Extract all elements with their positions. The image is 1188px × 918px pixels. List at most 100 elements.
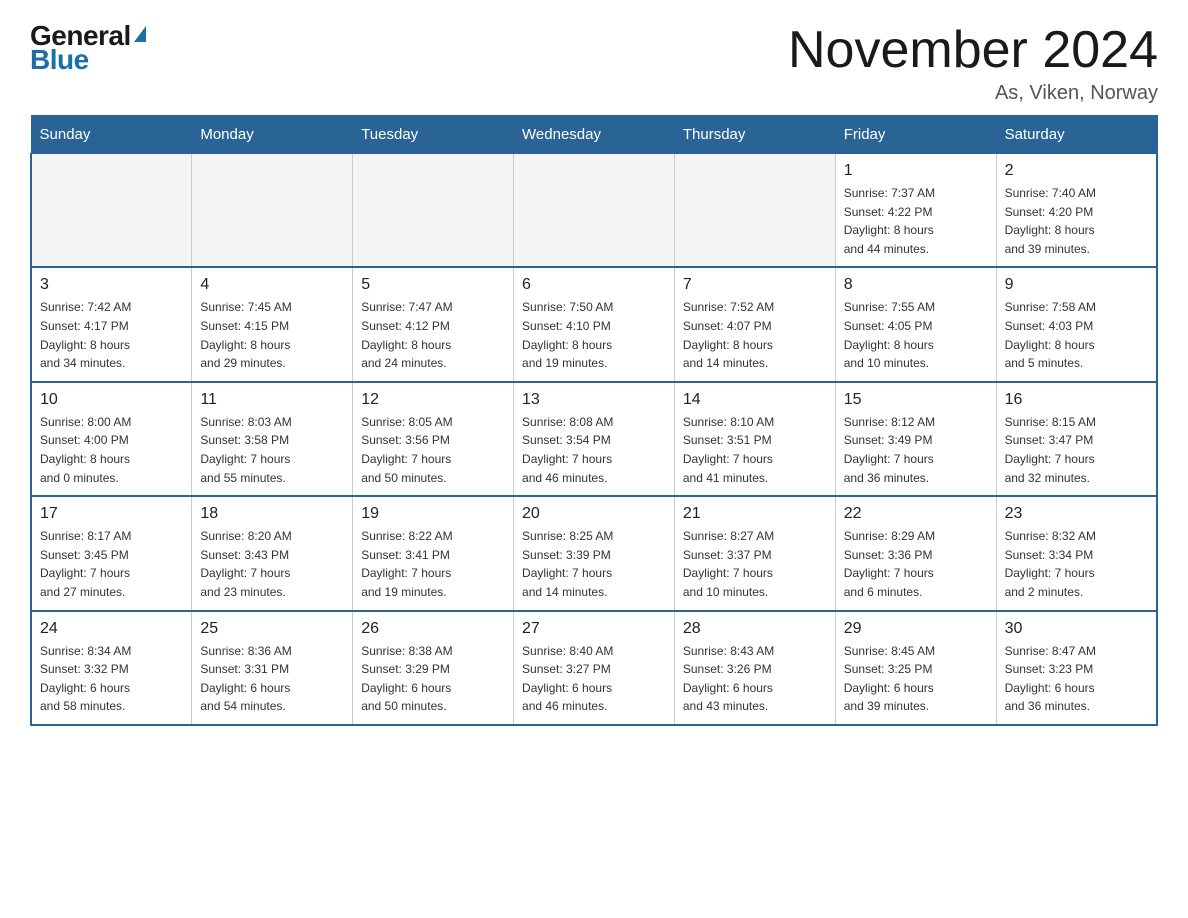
day-info: Sunrise: 8:08 AM Sunset: 3:54 PM Dayligh… bbox=[522, 413, 666, 487]
calendar-cell: 28Sunrise: 8:43 AM Sunset: 3:26 PM Dayli… bbox=[674, 611, 835, 725]
weekday-header-row: SundayMondayTuesdayWednesdayThursdayFrid… bbox=[31, 116, 1157, 154]
calendar-header: SundayMondayTuesdayWednesdayThursdayFrid… bbox=[31, 116, 1157, 154]
day-number: 16 bbox=[1005, 391, 1148, 409]
day-info: Sunrise: 8:12 AM Sunset: 3:49 PM Dayligh… bbox=[844, 413, 988, 487]
weekday-header-saturday: Saturday bbox=[996, 116, 1157, 154]
day-info: Sunrise: 8:15 AM Sunset: 3:47 PM Dayligh… bbox=[1005, 413, 1148, 487]
day-number: 18 bbox=[200, 505, 344, 523]
calendar-cell bbox=[353, 154, 514, 268]
calendar-cell bbox=[31, 154, 192, 268]
day-info: Sunrise: 8:32 AM Sunset: 3:34 PM Dayligh… bbox=[1005, 527, 1148, 601]
weekday-header-sunday: Sunday bbox=[31, 116, 192, 154]
calendar-cell: 12 Sunrise: 8:05 AM Sunset: 3:56 PM Dayli… bbox=[353, 382, 514, 496]
day-number: 30 bbox=[1005, 620, 1148, 638]
weekday-header-tuesday: Tuesday bbox=[353, 116, 514, 154]
calendar-cell: 17Sunrise: 8:17 AM Sunset: 3:45 PM Dayli… bbox=[31, 496, 192, 610]
day-number: 23 bbox=[1005, 505, 1148, 523]
calendar-cell bbox=[514, 154, 675, 268]
weekday-header-wednesday: Wednesday bbox=[514, 116, 675, 154]
calendar-cell bbox=[674, 154, 835, 268]
calendar-cell: 29 Sunrise: 8:45 AM Sunset: 3:25 PM Dayli… bbox=[835, 611, 996, 725]
day-info: Sunrise: 7:58 AM Sunset: 4:03 PM Dayligh… bbox=[1005, 298, 1148, 372]
calendar-cell: 4Sunrise: 7:45 AM Sunset: 4:15 PM Daylig… bbox=[192, 267, 353, 381]
day-info: Sunrise: 7:47 AM Sunset: 4:12 PM Dayligh… bbox=[361, 298, 505, 372]
calendar-row-4: 24 Sunrise: 8:34 AM Sunset: 3:32 PM Dayli… bbox=[31, 611, 1157, 725]
calendar-row-1: 3Sunrise: 7:42 AM Sunset: 4:17 PM Daylig… bbox=[31, 267, 1157, 381]
calendar-cell bbox=[192, 154, 353, 268]
calendar-cell: 5 Sunrise: 7:47 AM Sunset: 4:12 PM Daylig… bbox=[353, 267, 514, 381]
calendar-cell: 21Sunrise: 8:27 AM Sunset: 3:37 PM Dayli… bbox=[674, 496, 835, 610]
calendar-cell: 24 Sunrise: 8:34 AM Sunset: 3:32 PM Dayli… bbox=[31, 611, 192, 725]
day-number: 26 bbox=[361, 620, 505, 638]
logo: General Blue bbox=[30, 20, 146, 76]
day-info: Sunrise: 8:25 AM Sunset: 3:39 PM Dayligh… bbox=[522, 527, 666, 601]
calendar-cell: 6 Sunrise: 7:50 AM Sunset: 4:10 PM Daylig… bbox=[514, 267, 675, 381]
day-number: 22 bbox=[844, 505, 988, 523]
day-info: Sunrise: 7:40 AM Sunset: 4:20 PM Dayligh… bbox=[1005, 184, 1148, 258]
day-number: 7 bbox=[683, 276, 827, 294]
calendar-cell: 22 Sunrise: 8:29 AM Sunset: 3:36 PM Dayli… bbox=[835, 496, 996, 610]
calendar-cell: 10 Sunrise: 8:00 AM Sunset: 4:00 PM Dayli… bbox=[31, 382, 192, 496]
calendar-cell: 20 Sunrise: 8:25 AM Sunset: 3:39 PM Dayli… bbox=[514, 496, 675, 610]
calendar-cell: 9 Sunrise: 7:58 AM Sunset: 4:03 PM Daylig… bbox=[996, 267, 1157, 381]
calendar-row-0: 1 Sunrise: 7:37 AM Sunset: 4:22 PM Daylig… bbox=[31, 154, 1157, 268]
calendar-row-2: 10 Sunrise: 8:00 AM Sunset: 4:00 PM Dayli… bbox=[31, 382, 1157, 496]
day-info: Sunrise: 8:22 AM Sunset: 3:41 PM Dayligh… bbox=[361, 527, 505, 601]
day-number: 25 bbox=[200, 620, 344, 638]
calendar-cell: 2Sunrise: 7:40 AM Sunset: 4:20 PM Daylig… bbox=[996, 154, 1157, 268]
day-number: 8 bbox=[844, 276, 988, 294]
logo-blue-text: Blue bbox=[30, 44, 89, 76]
day-number: 27 bbox=[522, 620, 666, 638]
calendar-cell: 15Sunrise: 8:12 AM Sunset: 3:49 PM Dayli… bbox=[835, 382, 996, 496]
day-info: Sunrise: 7:55 AM Sunset: 4:05 PM Dayligh… bbox=[844, 298, 988, 372]
day-number: 12 bbox=[361, 391, 505, 409]
day-number: 6 bbox=[522, 276, 666, 294]
title-block: November 2024 As, Viken, Norway bbox=[788, 20, 1158, 105]
day-info: Sunrise: 8:00 AM Sunset: 4:00 PM Dayligh… bbox=[40, 413, 183, 487]
day-info: Sunrise: 8:34 AM Sunset: 3:32 PM Dayligh… bbox=[40, 642, 183, 716]
day-info: Sunrise: 8:40 AM Sunset: 3:27 PM Dayligh… bbox=[522, 642, 666, 716]
day-number: 20 bbox=[522, 505, 666, 523]
day-number: 1 bbox=[844, 162, 988, 180]
day-number: 4 bbox=[200, 276, 344, 294]
day-number: 10 bbox=[40, 391, 183, 409]
weekday-header-thursday: Thursday bbox=[674, 116, 835, 154]
calendar-cell: 16 Sunrise: 8:15 AM Sunset: 3:47 PM Dayli… bbox=[996, 382, 1157, 496]
day-number: 5 bbox=[361, 276, 505, 294]
day-number: 29 bbox=[844, 620, 988, 638]
day-info: Sunrise: 7:50 AM Sunset: 4:10 PM Dayligh… bbox=[522, 298, 666, 372]
day-info: Sunrise: 8:05 AM Sunset: 3:56 PM Dayligh… bbox=[361, 413, 505, 487]
day-info: Sunrise: 8:47 AM Sunset: 3:23 PM Dayligh… bbox=[1005, 642, 1148, 716]
day-number: 13 bbox=[522, 391, 666, 409]
day-number: 24 bbox=[40, 620, 183, 638]
calendar-table: SundayMondayTuesdayWednesdayThursdayFrid… bbox=[30, 115, 1158, 726]
calendar-cell: 8 Sunrise: 7:55 AM Sunset: 4:05 PM Daylig… bbox=[835, 267, 996, 381]
day-info: Sunrise: 8:36 AM Sunset: 3:31 PM Dayligh… bbox=[200, 642, 344, 716]
calendar-cell: 25 Sunrise: 8:36 AM Sunset: 3:31 PM Dayli… bbox=[192, 611, 353, 725]
day-info: Sunrise: 7:42 AM Sunset: 4:17 PM Dayligh… bbox=[40, 298, 183, 372]
day-info: Sunrise: 8:10 AM Sunset: 3:51 PM Dayligh… bbox=[683, 413, 827, 487]
day-info: Sunrise: 8:27 AM Sunset: 3:37 PM Dayligh… bbox=[683, 527, 827, 601]
calendar-cell: 14Sunrise: 8:10 AM Sunset: 3:51 PM Dayli… bbox=[674, 382, 835, 496]
page-header: General Blue November 2024 As, Viken, No… bbox=[30, 20, 1158, 105]
day-info: Sunrise: 8:20 AM Sunset: 3:43 PM Dayligh… bbox=[200, 527, 344, 601]
calendar-cell: 1 Sunrise: 7:37 AM Sunset: 4:22 PM Daylig… bbox=[835, 154, 996, 268]
location-text: As, Viken, Norway bbox=[788, 82, 1158, 105]
calendar-cell: 3Sunrise: 7:42 AM Sunset: 4:17 PM Daylig… bbox=[31, 267, 192, 381]
weekday-header-friday: Friday bbox=[835, 116, 996, 154]
weekday-header-monday: Monday bbox=[192, 116, 353, 154]
calendar-cell: 26Sunrise: 8:38 AM Sunset: 3:29 PM Dayli… bbox=[353, 611, 514, 725]
calendar-cell: 30 Sunrise: 8:47 AM Sunset: 3:23 PM Dayli… bbox=[996, 611, 1157, 725]
day-number: 11 bbox=[200, 391, 344, 409]
day-number: 19 bbox=[361, 505, 505, 523]
day-number: 17 bbox=[40, 505, 183, 523]
calendar-cell: 23 Sunrise: 8:32 AM Sunset: 3:34 PM Dayli… bbox=[996, 496, 1157, 610]
day-info: Sunrise: 8:29 AM Sunset: 3:36 PM Dayligh… bbox=[844, 527, 988, 601]
day-number: 9 bbox=[1005, 276, 1148, 294]
logo-triangle-icon bbox=[134, 26, 146, 42]
calendar-cell: 11Sunrise: 8:03 AM Sunset: 3:58 PM Dayli… bbox=[192, 382, 353, 496]
calendar-cell: 7Sunrise: 7:52 AM Sunset: 4:07 PM Daylig… bbox=[674, 267, 835, 381]
calendar-cell: 13 Sunrise: 8:08 AM Sunset: 3:54 PM Dayli… bbox=[514, 382, 675, 496]
day-info: Sunrise: 7:37 AM Sunset: 4:22 PM Dayligh… bbox=[844, 184, 988, 258]
day-info: Sunrise: 8:45 AM Sunset: 3:25 PM Dayligh… bbox=[844, 642, 988, 716]
